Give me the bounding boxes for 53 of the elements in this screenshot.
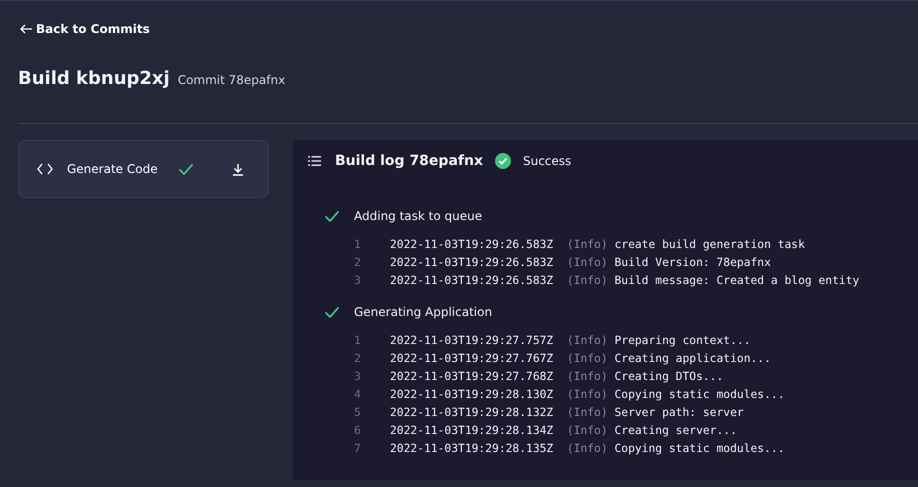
line-number: 3 (354, 369, 362, 385)
log-message: Server path: server (614, 405, 744, 421)
commit-label: Commit 78epafnx (178, 72, 286, 89)
log-timestamp: 2022-11-03T19:29:28.134Z (390, 423, 554, 439)
line-number: 5 (354, 405, 362, 421)
line-number: 6 (354, 423, 362, 439)
step-label: Generate Code (67, 161, 158, 178)
step-title: Adding task to queue (354, 208, 482, 225)
log-level: (Info) (566, 237, 608, 253)
step-title: Generating Application (354, 304, 492, 321)
line-number: 4 (354, 387, 362, 403)
log-message: Copying static modules... (614, 441, 785, 457)
log-level: (Info) (566, 387, 608, 403)
back-link[interactable]: Back to Commits (0, 1, 150, 38)
page-title: Build kbnup2xj (18, 68, 170, 90)
log-message: Build message: Created a blog entity (614, 273, 860, 289)
log-message: Creating DTOs... (614, 369, 724, 385)
list-icon (308, 156, 321, 166)
log-timestamp: 2022-11-03T19:29:27.757Z (390, 333, 554, 349)
line-number: 2 (354, 351, 362, 367)
log-message: Build Version: 78epafnx (614, 255, 771, 271)
log-title: Build log 78epafnx (335, 152, 483, 170)
line-number: 7 (354, 441, 362, 457)
log-message: create build generation task (614, 237, 805, 253)
log-level: (Info) (566, 351, 608, 367)
sidebar-item[interactable]: Generate Code (18, 140, 269, 198)
log-level: (Info) (566, 273, 608, 289)
log-message: Preparing context... (614, 333, 750, 349)
arrow-left-icon (20, 24, 33, 34)
log-level: (Info) (566, 405, 608, 421)
code-icon (37, 163, 53, 175)
log-level: (Info) (566, 255, 608, 271)
log-message: Creating application... (614, 351, 771, 367)
log-timestamp: 2022-11-03T19:29:26.583Z (390, 273, 554, 289)
line-number: 3 (354, 273, 362, 289)
log-timestamp: 2022-11-03T19:29:26.583Z (390, 255, 554, 271)
line-number: 2 (354, 255, 362, 271)
log-timestamp: 2022-11-03T19:29:28.135Z (390, 441, 554, 457)
log-timestamp: 2022-11-03T19:29:27.767Z (390, 351, 554, 367)
download-icon[interactable] (232, 162, 244, 176)
log-message: Copying static modules... (614, 387, 785, 403)
status-label: Success (522, 153, 572, 170)
log-level: (Info) (566, 423, 608, 439)
log-level: (Info) (566, 441, 608, 457)
log-timestamp: 2022-11-03T19:29:27.768Z (390, 369, 554, 385)
log-timestamp: 2022-11-03T19:29:28.132Z (390, 405, 554, 421)
line-number: 1 (354, 333, 362, 349)
log-level: (Info) (566, 369, 608, 385)
line-number: 1 (354, 237, 362, 253)
log-level: (Info) (566, 333, 608, 349)
log-message: Creating server... (614, 423, 737, 439)
log-timestamp: 2022-11-03T19:29:28.130Z (390, 387, 554, 403)
log-timestamp: 2022-11-03T19:29:26.583Z (390, 237, 554, 253)
